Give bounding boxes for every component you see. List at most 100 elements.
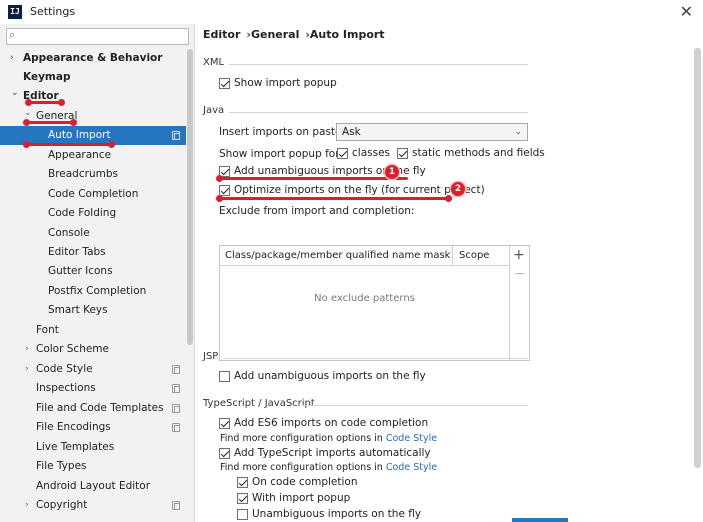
breadcrumb-editor[interactable]: Editor xyxy=(203,28,240,41)
annotation-dot xyxy=(25,99,32,106)
checkbox-unchecked-icon xyxy=(219,370,230,382)
annotation-underline xyxy=(218,177,408,180)
with-import-popup-checkbox[interactable]: With import popup xyxy=(237,492,350,504)
section-typescript-javascript: TypeScript / JavaScript xyxy=(203,398,315,409)
checkbox-checked-icon xyxy=(237,476,248,488)
checkbox-checked-icon xyxy=(219,184,230,196)
chevron-right-icon: › xyxy=(25,364,29,374)
annotation-dot xyxy=(216,175,223,182)
checkbox-checked-icon xyxy=(397,147,408,159)
tree-item-file-encodings[interactable]: File Encodings xyxy=(0,418,186,437)
exclude-patterns-table: Class/package/member qualified name mask… xyxy=(219,245,530,361)
checkbox-checked-icon xyxy=(219,77,230,89)
insert-on-paste-label: Insert imports on paste: xyxy=(219,126,346,138)
section-xml: XML xyxy=(203,57,225,68)
annotation-dot xyxy=(70,119,77,126)
add-pattern-button[interactable]: + xyxy=(513,247,525,263)
window-title: Settings xyxy=(30,5,76,18)
title-bar: IJ Settings ✕ xyxy=(0,0,703,24)
tree-item-file-code-templates[interactable]: File and Code Templates xyxy=(0,399,186,418)
tree-item-font[interactable]: Font xyxy=(0,321,186,340)
tree-item-postfix-completion[interactable]: Postfix Completion xyxy=(0,282,186,301)
checkbox-unchecked-icon xyxy=(237,508,248,520)
remove-pattern-button[interactable]: − xyxy=(514,266,526,282)
section-divider xyxy=(224,358,528,359)
column-header-scope[interactable]: Scope xyxy=(459,250,489,261)
tree-item-console[interactable]: Console xyxy=(0,224,186,243)
code-style-link[interactable]: Code Style xyxy=(386,433,437,444)
jsp-add-unambiguous-checkbox[interactable]: Add unambiguous imports on the fly xyxy=(219,370,426,382)
checkbox-checked-icon xyxy=(219,447,230,459)
tree-item-breadcrumbs[interactable]: Breadcrumbs xyxy=(0,165,186,184)
checkbox-checked-icon xyxy=(219,417,230,429)
project-scope-icon xyxy=(172,365,180,374)
empty-table-message: No exclude patterns xyxy=(314,293,415,304)
breadcrumb-auto-import: Auto Import xyxy=(309,28,385,41)
project-scope-icon xyxy=(172,131,180,140)
on-code-completion-checkbox[interactable]: On code completion xyxy=(237,476,358,488)
tree-item-smart-keys[interactable]: Smart Keys xyxy=(0,301,186,320)
annotation-underline xyxy=(25,121,75,124)
static-methods-checkbox[interactable]: static methods and fields xyxy=(397,147,545,159)
search-icon: ⌕ xyxy=(9,28,16,41)
ok-button-edge[interactable] xyxy=(512,518,568,522)
tree-item-gutter-icons[interactable]: Gutter Icons xyxy=(0,262,186,281)
section-jsp: JSP xyxy=(203,351,219,362)
project-scope-icon xyxy=(172,384,180,393)
checkbox-checked-icon xyxy=(337,147,348,159)
tree-item-android-layout-editor[interactable]: Android Layout Editor xyxy=(0,477,186,496)
settings-content: Editor ›General ›Auto Import XML Show impo… xyxy=(196,24,703,522)
annotation-underline xyxy=(25,143,113,146)
show-popup-for-label: Show import popup for: xyxy=(219,148,343,160)
tree-item-code-folding[interactable]: Code Folding xyxy=(0,204,186,223)
insert-on-paste-select[interactable]: Ask ⌄ xyxy=(336,123,528,141)
tree-item-code-style[interactable]: › Code Style xyxy=(0,360,186,379)
section-java: Java xyxy=(203,105,225,116)
close-button[interactable]: ✕ xyxy=(680,2,693,21)
tree-item-inspections[interactable]: Inspections xyxy=(0,379,186,398)
xml-show-import-popup-checkbox[interactable]: Show import popup xyxy=(219,77,337,89)
content-scrollbar[interactable] xyxy=(694,48,701,468)
sidebar-scrollbar[interactable] xyxy=(187,49,193,345)
annotation-dot xyxy=(445,195,452,202)
annotation-underline xyxy=(218,197,452,200)
checkbox-checked-icon xyxy=(237,492,248,504)
tree-item-appearance-behavior[interactable]: › Appearance & Behavior xyxy=(0,49,186,68)
breadcrumb: Editor ›General ›Auto Import xyxy=(203,28,385,41)
chevron-right-icon: › xyxy=(25,500,29,510)
chevron-right-icon: › xyxy=(25,344,29,354)
tree-item-file-types[interactable]: File Types xyxy=(0,457,186,476)
code-style-link[interactable]: Code Style xyxy=(386,462,437,473)
chevron-right-icon: › xyxy=(10,53,14,63)
annotation-badge-2: 2 xyxy=(451,182,465,196)
section-divider xyxy=(229,64,528,65)
tree-item-copyright[interactable]: › Copyright xyxy=(0,496,186,515)
optimize-imports-checkbox[interactable]: Optimize imports on the fly (for current… xyxy=(219,184,485,196)
chevron-down-icon: ⌄ xyxy=(11,88,19,98)
search-field[interactable]: ⌕ xyxy=(6,28,189,45)
add-typescript-imports-checkbox[interactable]: Add TypeScript imports automatically xyxy=(219,447,431,459)
intellij-logo-icon: IJ xyxy=(8,5,22,19)
annotation-dot xyxy=(108,141,115,148)
tree-item-keymap[interactable]: Keymap xyxy=(0,68,186,87)
annotation-badge-1: 1 xyxy=(385,165,399,179)
exclude-label: Exclude from import and completion: xyxy=(219,205,415,217)
more-config-hint-2: Find more configuration options in Code … xyxy=(220,462,438,473)
tree-item-appearance[interactable]: Appearance xyxy=(0,146,186,165)
project-scope-icon xyxy=(172,501,180,510)
more-config-hint-1: Find more configuration options in Code … xyxy=(220,433,438,444)
annotation-dot xyxy=(216,195,223,202)
breadcrumb-general[interactable]: General xyxy=(251,28,299,41)
section-divider xyxy=(302,405,528,406)
search-input[interactable] xyxy=(23,30,183,43)
unambiguous-imports-checkbox[interactable]: Unambiguous imports on the fly xyxy=(237,508,421,520)
add-es6-imports-checkbox[interactable]: Add ES6 imports on code completion xyxy=(219,417,428,429)
tree-item-editor-tabs[interactable]: Editor Tabs xyxy=(0,243,186,262)
project-scope-icon xyxy=(172,423,180,432)
tree-item-live-templates[interactable]: Live Templates xyxy=(0,438,186,457)
annotation-dot xyxy=(23,119,30,126)
tree-item-color-scheme[interactable]: › Color Scheme xyxy=(0,340,186,359)
column-header-mask[interactable]: Class/package/member qualified name mask xyxy=(225,250,450,261)
tree-item-code-completion[interactable]: Code Completion xyxy=(0,185,186,204)
classes-checkbox[interactable]: classes xyxy=(337,147,390,159)
